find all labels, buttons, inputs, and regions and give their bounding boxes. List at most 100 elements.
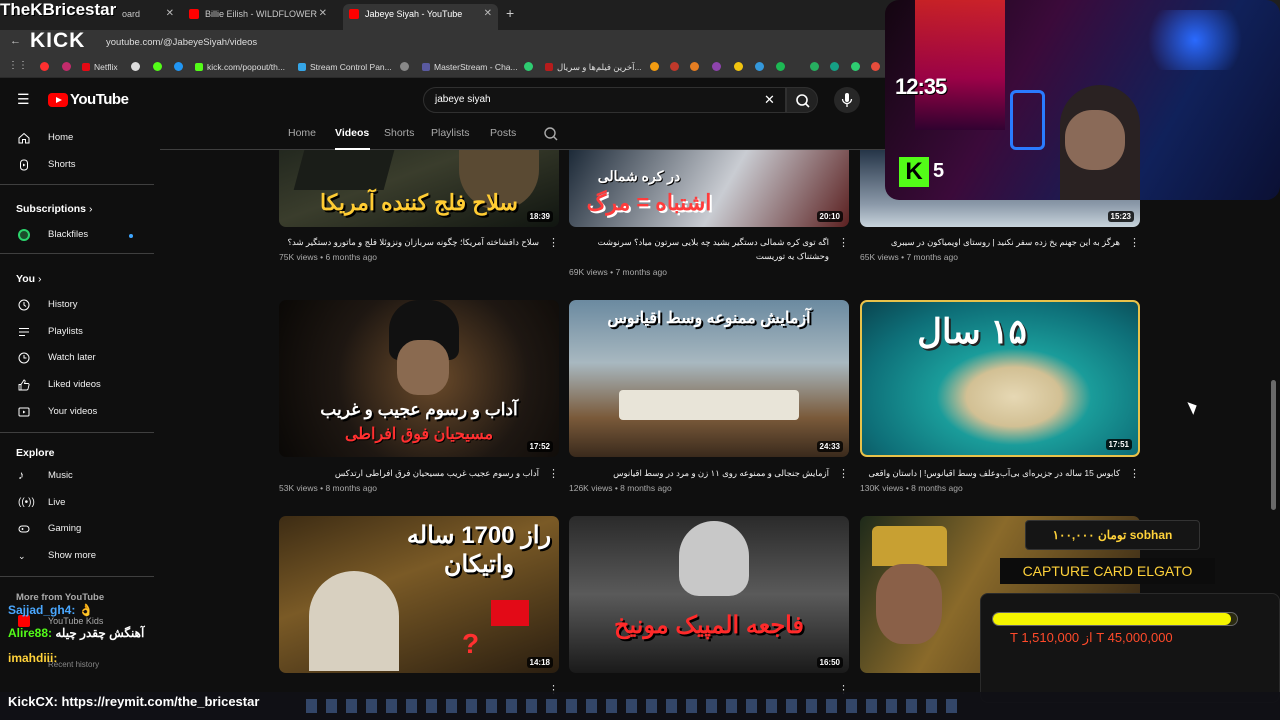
bookmark-icon[interactable] <box>851 62 860 71</box>
tab-home[interactable]: Home <box>288 127 316 139</box>
close-icon[interactable]: ✕ <box>166 4 174 24</box>
stream-logo: TheKBricestar <box>0 0 117 19</box>
bookmark-icon[interactable] <box>174 62 183 71</box>
sidebar-item-gaming[interactable]: Gaming <box>16 519 156 539</box>
bookmark-icon[interactable] <box>830 62 839 71</box>
bookmark-label: Stream Control Pan... <box>310 62 392 72</box>
video-meta: 53K views • 8 months ago <box>279 483 377 493</box>
bookmark-icon[interactable] <box>650 62 659 71</box>
search-value: jabeye siyah <box>435 94 491 105</box>
bookmark-icon[interactable] <box>690 62 699 71</box>
bookmark-icon[interactable] <box>734 62 743 71</box>
youtube-favicon-icon <box>349 9 359 19</box>
taskbar-app-icons[interactable] <box>306 699 966 713</box>
video-thumbnail[interactable]: راز 1700 ساله واتیکان ? 14:18 <box>279 516 559 673</box>
video-title[interactable]: هرگز به این جهنم یخ زده سفر نکنید | روست… <box>860 235 1120 249</box>
bookmark-kick-popout[interactable]: kick.com/popout/th... <box>195 60 285 74</box>
close-icon[interactable]: ✕ <box>484 4 492 24</box>
sidebar-item-home[interactable]: Home <box>16 128 156 148</box>
bookmark-icon[interactable] <box>62 62 71 71</box>
video-thumbnail[interactable]: آداب و رسوم عجیب و غریب مسیحیان فوق افرا… <box>279 300 559 457</box>
video-title[interactable]: کابوس 15 ساله در جزیره‌ای بی‌آب‌وعلف وسط… <box>860 466 1120 480</box>
bookmark-stream-control[interactable]: Stream Control Pan... <box>298 60 392 74</box>
apps-grid-icon[interactable]: ⋮⋮ <box>8 60 28 71</box>
clear-search-icon[interactable]: ✕ <box>764 92 775 108</box>
bookmark-icon[interactable] <box>810 62 819 71</box>
view-count: 65K views <box>860 252 899 262</box>
tab-playlists[interactable]: Playlists <box>431 127 470 139</box>
sidebar-item-music[interactable]: ♪ Music <box>16 466 156 486</box>
sidebar-item-blackfiles[interactable]: Blackfiles <box>16 225 156 245</box>
clock-icon <box>18 352 30 364</box>
telegram-icon[interactable] <box>755 62 764 71</box>
search-input[interactable]: jabeye siyah ✕ <box>423 87 786 113</box>
channel-search-icon[interactable] <box>543 126 559 142</box>
more-actions-icon[interactable]: ⋮ <box>548 467 559 480</box>
donation-goal-amount: T 45,000,000 از T 1,510,000 <box>1010 630 1173 645</box>
sidebar-show-more[interactable]: ⌄ Show more <box>16 546 156 566</box>
sidebar-item-watch-later[interactable]: Watch later <box>16 348 156 368</box>
video-thumbnail[interactable]: آزمایش ممنوعه وسط اقیانوس 24:33 <box>569 300 849 457</box>
bookmark-icon[interactable] <box>524 62 533 71</box>
more-actions-icon[interactable]: ⋮ <box>548 236 559 249</box>
bookmark-icon[interactable] <box>871 62 880 71</box>
more-actions-icon[interactable]: ⋮ <box>1129 236 1140 249</box>
bookmark-icon[interactable] <box>400 62 409 71</box>
sidebar-item-label: Music <box>48 470 73 481</box>
sidebar-item-live[interactable]: ((•)) Live <box>16 493 156 513</box>
divider <box>0 432 154 433</box>
more-actions-icon[interactable]: ⋮ <box>838 236 849 249</box>
menu-icon[interactable]: ☰ <box>17 91 30 108</box>
more-actions-icon[interactable]: ⋮ <box>838 467 849 480</box>
bookmark-films[interactable]: آخرین فیلم‌ها و سریال... <box>545 60 642 74</box>
tab-posts[interactable]: Posts <box>490 127 516 139</box>
you-heading[interactable]: You › <box>16 273 41 285</box>
sidebar-item-label: Live <box>48 497 66 508</box>
search-button[interactable] <box>786 87 818 113</box>
video-thumbnail[interactable]: در کره شمالی اشتباه = مرگ 20:10 <box>569 150 849 227</box>
sidebar-item-your-videos[interactable]: Your videos <box>16 402 156 422</box>
voice-search-button[interactable] <box>834 87 860 113</box>
video-thumbnail[interactable]: ۱۵ سال 17:51 <box>860 300 1140 457</box>
video-title[interactable]: آزمایش جنجالی و ممنوعه روی ۱۱ زن و مرد د… <box>569 466 829 480</box>
youtube-bookmark-icon[interactable] <box>40 62 49 71</box>
blue-light-shape <box>1135 10 1255 70</box>
sidebar-item-history[interactable]: History <box>16 295 156 315</box>
video-meta: 75K views • 6 months ago <box>279 252 377 262</box>
tab-videos[interactable]: Videos <box>335 127 369 139</box>
bookmark-masterstream[interactable]: MasterStream - Cha... <box>422 60 518 74</box>
neon-frame-shape <box>1010 90 1045 150</box>
page-scrollbar[interactable] <box>1271 380 1276 510</box>
kick-bookmark-icon[interactable] <box>153 62 162 71</box>
subscriptions-label: Subscriptions <box>16 203 87 215</box>
video-meta: 65K views • 7 months ago <box>860 252 958 262</box>
bookmark-icon[interactable] <box>131 62 140 71</box>
tab-shorts[interactable]: Shorts <box>384 127 414 139</box>
bookmark-icon[interactable] <box>670 62 679 71</box>
video-thumbnail[interactable]: سلاح فلج کننده آمریکا 18:39 <box>279 150 559 227</box>
bookmark-label: MasterStream - Cha... <box>434 62 518 72</box>
video-title[interactable]: سلاح دافشاخته آمریکا؛ چگونه سربازان ونزو… <box>279 235 539 249</box>
streamer-face-shape <box>1065 110 1125 170</box>
webcam-overlay: 12:35 K 5 <box>885 0 1280 200</box>
url-field[interactable]: youtube.com/@JabeyeSiyah/videos <box>100 35 860 53</box>
bookmark-icon[interactable] <box>712 62 721 71</box>
video-duration: 15:23 <box>1107 211 1134 222</box>
radio-panel-shape <box>980 593 1280 703</box>
close-icon[interactable]: ✕ <box>319 4 327 24</box>
spotify-icon[interactable] <box>776 62 785 71</box>
video-thumbnail[interactable]: فاجعه المپیک مونیخ 16:50 <box>569 516 849 673</box>
back-icon[interactable]: ← <box>10 35 21 47</box>
sidebar-item-shorts[interactable]: Shorts <box>16 155 156 175</box>
browser-tab-jabeye[interactable]: Jabeye Siyah - YouTube ✕ <box>343 4 498 30</box>
subscriptions-heading[interactable]: Subscriptions › <box>16 203 92 215</box>
video-title[interactable]: اگه توی کره شمالی دستگیر بشید چه بلایی س… <box>569 235 829 263</box>
bookmark-netflix[interactable]: Netflix <box>82 60 118 74</box>
channel-avatar <box>18 229 30 241</box>
browser-tab-billie[interactable]: Billie Eilish - WILDFLOWER ✕ <box>183 4 333 30</box>
new-tab-icon[interactable]: + <box>506 5 514 21</box>
video-title[interactable]: آداب و رسوم عجیب غریب مسیحیان فرق افراطی… <box>279 466 539 480</box>
more-actions-icon[interactable]: ⋮ <box>1129 467 1140 480</box>
sidebar-item-playlists[interactable]: Playlists <box>16 322 156 342</box>
sidebar-item-liked-videos[interactable]: Liked videos <box>16 375 156 395</box>
